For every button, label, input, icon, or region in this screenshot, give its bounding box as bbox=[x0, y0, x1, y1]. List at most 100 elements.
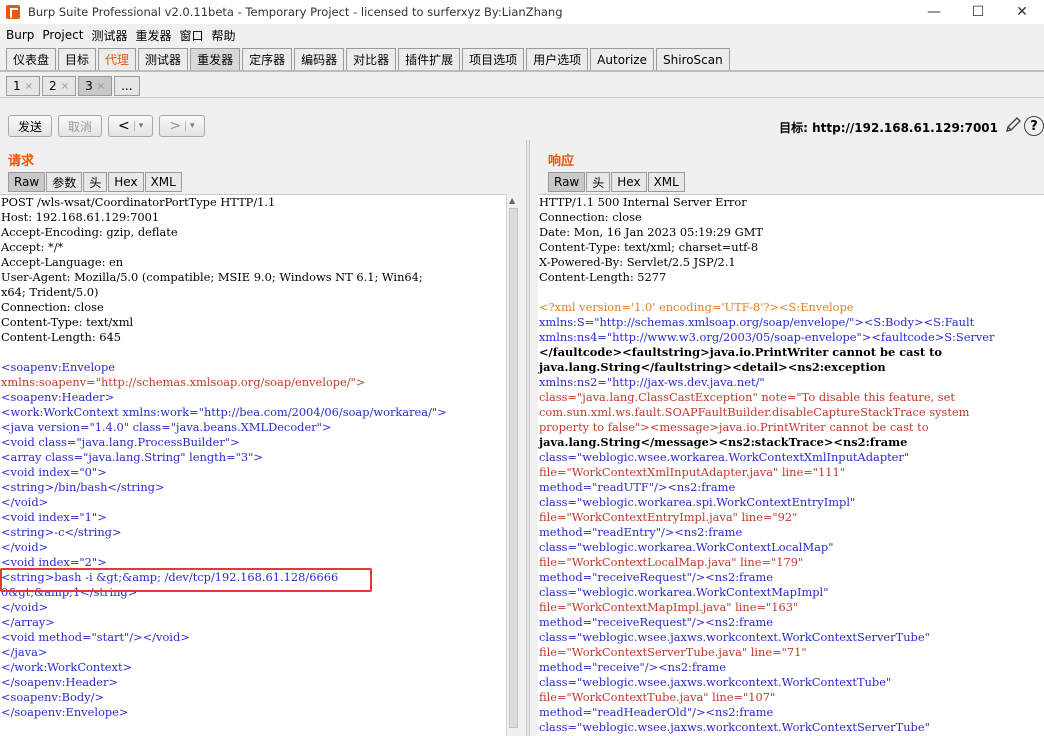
close-tab-icon[interactable]: × bbox=[61, 81, 69, 92]
response-body-line: class="weblogic.wsee.jaxws.workcontext.W… bbox=[539, 720, 930, 734]
request-editor[interactable]: POST /wls-wsat/CoordinatorPortType HTTP/… bbox=[0, 194, 506, 736]
chevron-down-icon[interactable]: ▾ bbox=[185, 121, 195, 131]
back-button[interactable]: < ▾ bbox=[108, 115, 154, 137]
send-button[interactable]: 发送 bbox=[8, 115, 53, 137]
chevron-left-icon: < bbox=[118, 118, 130, 134]
menu-project[interactable]: Project bbox=[42, 28, 83, 42]
close-tab-icon[interactable]: × bbox=[25, 81, 33, 92]
request-header-line: Accept-Encoding: gzip, deflate bbox=[1, 225, 178, 239]
repeater-tab-new[interactable]: ... bbox=[114, 76, 140, 96]
tab-autorize[interactable]: Autorize bbox=[590, 48, 654, 70]
request-body-line: <soapenv:Header> bbox=[1, 390, 115, 404]
tab-repeater[interactable]: 重发器 bbox=[190, 48, 241, 70]
tab-intruder[interactable]: 测试器 bbox=[138, 48, 189, 70]
tab-dashboard[interactable]: 仪表盘 bbox=[6, 48, 57, 70]
response-body-line: file="WorkContextServerTube.java" line="… bbox=[539, 645, 807, 659]
repeater-tab-3[interactable]: 3 × bbox=[78, 76, 113, 96]
menu-burp[interactable]: Burp bbox=[6, 28, 34, 42]
request-body-line: xmlns:soapenv="http://schemas.xmlsoap.or… bbox=[1, 375, 366, 389]
close-icon[interactable]: ✕ bbox=[1000, 0, 1044, 24]
request-body-line: <void class="java.lang.ProcessBuilder"> bbox=[1, 435, 240, 449]
request-body-line: </array> bbox=[1, 615, 55, 629]
response-body-line: method="readHeaderOld"/><ns2:frame bbox=[539, 705, 774, 719]
request-header-line: POST /wls-wsat/CoordinatorPortType HTTP/… bbox=[1, 195, 276, 209]
request-body-line: </void> bbox=[1, 495, 49, 509]
menu-window[interactable]: 窗口 bbox=[179, 27, 203, 44]
chevron-down-icon[interactable]: ▾ bbox=[133, 121, 143, 131]
response-body-line: class="weblogic.wsee.jaxws.workcontext.W… bbox=[539, 630, 930, 644]
minimize-icon[interactable]: — bbox=[912, 0, 956, 24]
tab-project-options[interactable]: 项目选项 bbox=[462, 48, 525, 70]
response-content: HTTP/1.1 500 Internal Server Error Conne… bbox=[538, 195, 1044, 735]
tab-proxy[interactable]: 代理 bbox=[98, 48, 137, 70]
tab-raw[interactable]: Raw bbox=[548, 172, 586, 192]
tab-xml[interactable]: XML bbox=[647, 172, 685, 192]
repeater-tab-2[interactable]: 2 × bbox=[42, 76, 77, 96]
tab-raw[interactable]: Raw bbox=[8, 172, 46, 192]
scroll-up-icon[interactable]: ▲ bbox=[509, 196, 515, 205]
request-body-line: </soapenv:Envelope> bbox=[1, 705, 129, 719]
request-body-line: <array class="java.lang.String" length="… bbox=[1, 450, 263, 464]
main-tab-bar: 仪表盘 目标 代理 测试器 重发器 定序器 编码器 对比器 插件扩展 项目选项 … bbox=[6, 48, 732, 70]
chevron-right-icon: > bbox=[169, 118, 182, 134]
request-title: 请求 bbox=[8, 154, 35, 169]
help-icon[interactable]: ? bbox=[1024, 116, 1044, 136]
response-body-line: method="readUTF"/><ns2:frame bbox=[539, 480, 736, 494]
close-tab-icon[interactable]: × bbox=[97, 81, 105, 92]
forward-button[interactable]: > ▾ bbox=[159, 115, 205, 137]
response-body-line: method="readEntry"/><ns2:frame bbox=[539, 525, 743, 539]
request-scrollbar[interactable]: ▲ bbox=[506, 194, 520, 736]
cancel-button[interactable]: 取消 bbox=[58, 115, 103, 137]
maximize-icon[interactable]: ☐ bbox=[956, 0, 1000, 24]
response-body-line: </faultcode><faultstring>java.io.PrintWr… bbox=[539, 345, 943, 359]
request-body-line: <soapenv:Envelope bbox=[1, 360, 116, 374]
request-body-line: </void> bbox=[1, 540, 49, 554]
target-label: 目标: http://192.168.61.129:7001 bbox=[779, 121, 998, 135]
request-body-line: <java version="1.4.0" class="java.beans.… bbox=[1, 420, 332, 434]
response-body-line: property to false"><message>java.io.Prin… bbox=[539, 420, 929, 434]
request-view-tabs: Raw 参数 头 Hex XML bbox=[8, 172, 183, 192]
tab-hex[interactable]: Hex bbox=[611, 172, 647, 192]
window-controls: — ☐ ✕ bbox=[912, 0, 1044, 24]
request-body-line: <string>-c</string> bbox=[1, 525, 122, 539]
tab-target[interactable]: 目标 bbox=[58, 48, 97, 70]
repeater-tab-label: 2 bbox=[49, 79, 57, 93]
response-body-line: file="WorkContextMapImpl.java" line="163… bbox=[539, 600, 799, 614]
tab-xml[interactable]: XML bbox=[144, 172, 182, 192]
tab-params[interactable]: 参数 bbox=[46, 172, 83, 192]
request-body-line: <void method="start"/></void> bbox=[1, 630, 190, 644]
tab-decoder[interactable]: 编码器 bbox=[294, 48, 345, 70]
tab-user-options[interactable]: 用户选项 bbox=[526, 48, 589, 70]
menu-help[interactable]: 帮助 bbox=[212, 27, 236, 44]
request-body-line: </java> bbox=[1, 645, 48, 659]
request-content: POST /wls-wsat/CoordinatorPortType HTTP/… bbox=[0, 195, 506, 720]
response-body-line: <?xml version='1.0' encoding='UTF-8'?><S… bbox=[539, 300, 854, 314]
response-title: 响应 bbox=[548, 154, 575, 169]
tab-headers[interactable]: 头 bbox=[83, 172, 108, 192]
tab-divider bbox=[0, 70, 1044, 72]
response-body-line: method="receiveRequest"/><ns2:frame bbox=[539, 570, 774, 584]
response-header-line: HTTP/1.1 500 Internal Server Error bbox=[539, 195, 747, 209]
payload-highlight-box bbox=[0, 568, 372, 592]
response-header-line: Connection: close bbox=[539, 210, 642, 224]
tab-sequencer[interactable]: 定序器 bbox=[242, 48, 293, 70]
response-body-line: class="weblogic.workarea.spi.WorkContext… bbox=[539, 495, 856, 509]
menu-repeater[interactable]: 重发器 bbox=[135, 27, 171, 44]
repeater-tab-1[interactable]: 1 × bbox=[6, 76, 41, 96]
scroll-thumb[interactable] bbox=[509, 208, 518, 728]
tab-extender[interactable]: 插件扩展 bbox=[398, 48, 461, 70]
pencil-icon[interactable] bbox=[1004, 116, 1022, 134]
tab-shiroscan[interactable]: ShiroScan bbox=[655, 48, 730, 70]
response-header-line: X-Powered-By: Servlet/2.5 JSP/2.1 bbox=[539, 255, 736, 269]
request-body-line: </soapenv:Header> bbox=[1, 675, 119, 689]
response-body-line: class="weblogic.wsee.jaxws.workcontext.W… bbox=[539, 675, 892, 689]
split-pane-divider[interactable] bbox=[526, 140, 530, 736]
response-header-line: Content-Type: text/xml; charset=utf-8 bbox=[539, 240, 759, 254]
request-body-line: <soapenv:Body/> bbox=[1, 690, 105, 704]
menu-intruder[interactable]: 测试器 bbox=[91, 27, 127, 44]
tab-hex[interactable]: Hex bbox=[108, 172, 144, 192]
tab-headers[interactable]: 头 bbox=[586, 172, 611, 192]
response-body-line: xmlns:ns4="http://www.w3.org/2003/05/soa… bbox=[539, 330, 995, 344]
tab-comparer[interactable]: 对比器 bbox=[346, 48, 397, 70]
response-editor[interactable]: HTTP/1.1 500 Internal Server Error Conne… bbox=[538, 194, 1044, 736]
